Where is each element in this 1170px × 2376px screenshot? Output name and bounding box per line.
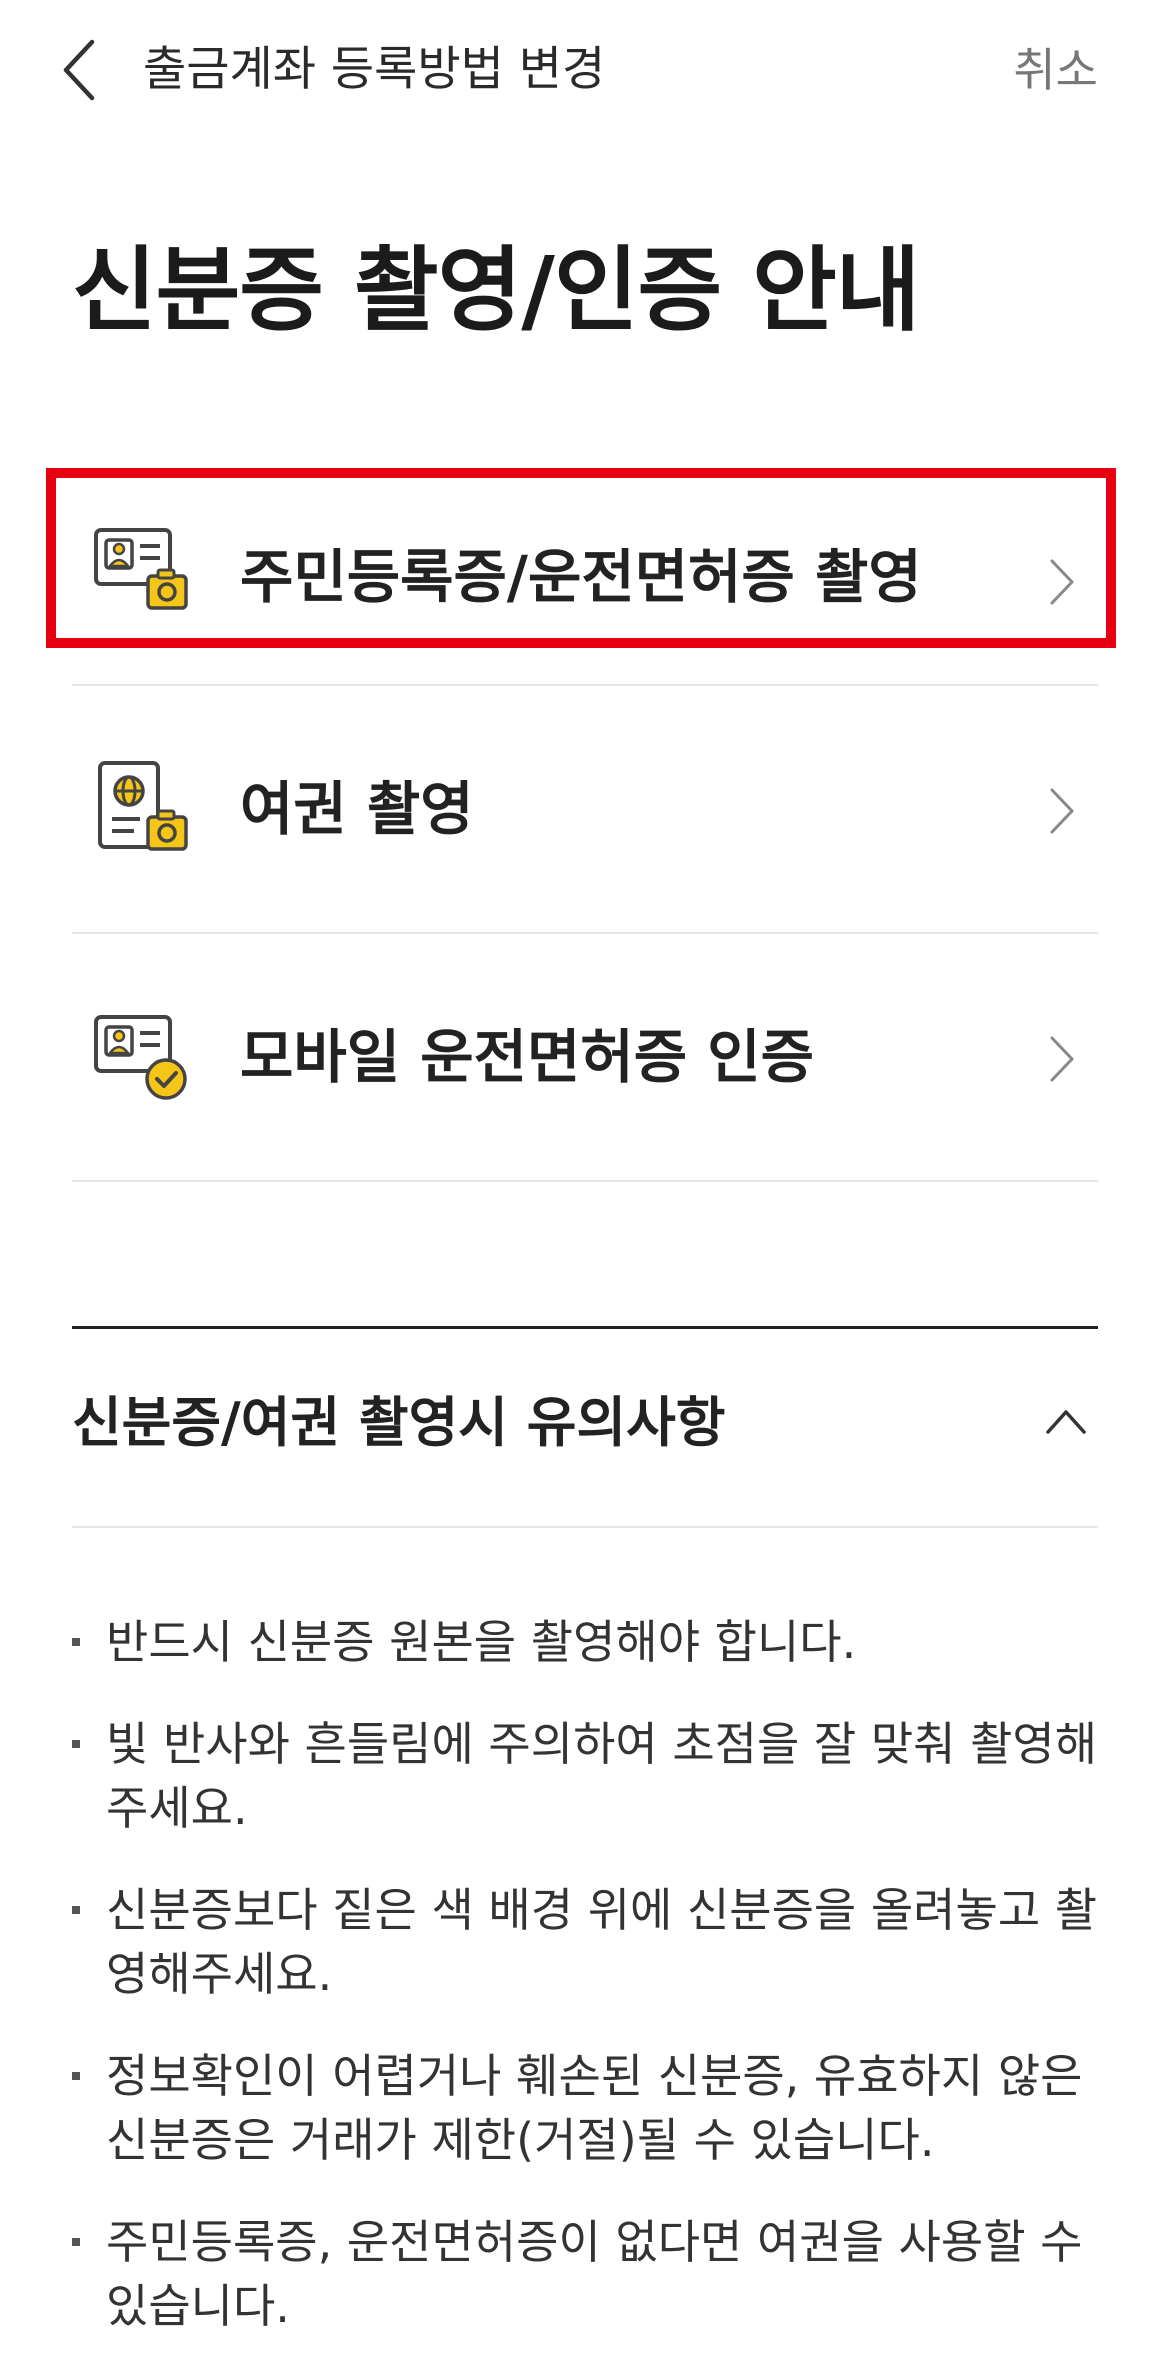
cancel-button[interactable]: 취소 (1013, 40, 1098, 100)
chevron-right-icon (1050, 1036, 1074, 1082)
id-method-list: 주민등록증/운전면허증 촬영 여권 촬영 모바일 운전면허증 인증 (72, 460, 1098, 1182)
option-mobile-license-auth[interactable]: 모바일 운전면허증 인증 (72, 934, 1098, 1182)
chevron-right-icon (1050, 559, 1074, 605)
id-card-camera-icon (94, 528, 188, 610)
chevron-up-icon (1046, 1410, 1086, 1434)
notice-list: 반드시 신분증 원본을 촬영해야 합니다. 빛 반사와 흔들림에 주의하여 초점… (72, 1610, 1098, 2376)
notice-item: 주민등록증, 운전면허증이 없다면 여권을 사용할 수 있습니다. (72, 2210, 1098, 2338)
notice-text: 주민등록증, 운전면허증이 없다면 여권을 사용할 수 있습니다. (106, 2215, 1083, 2333)
back-button[interactable] (62, 30, 122, 110)
bullet (72, 2072, 80, 2080)
chevron-right-icon (1050, 788, 1074, 834)
top-bar: 출금계좌 등록방법 변경 취소 (0, 0, 1170, 140)
notice-item: 반드시 신분증 원본을 촬영해야 합니다. (72, 1610, 1098, 1674)
notice-item: 신분증보다 짙은 색 배경 위에 신분증을 올려놓고 촬영해주세요. (72, 1878, 1098, 2006)
bullet (72, 2238, 80, 2246)
bullet (72, 1906, 80, 1914)
passport-camera-icon (98, 761, 188, 851)
notice-text: 신분증보다 짙은 색 배경 위에 신분증을 올려놓고 촬영해주세요. (106, 1883, 1098, 2001)
page-title: 신분증 촬영/인증 안내 (72, 237, 920, 344)
option-passport-photo[interactable]: 여권 촬영 (72, 686, 1098, 934)
notice-text: 정보확인이 어렵거나 훼손된 신분증, 유효하지 않은 신분증은 거래가 제한(… (106, 2049, 1083, 2167)
chevron-left-icon (63, 39, 95, 101)
header-title: 출금계좌 등록방법 변경 (143, 42, 606, 97)
option-label: 여권 촬영 (240, 775, 474, 843)
section-divider (72, 1326, 1098, 1329)
option-id-card-photo[interactable]: 주민등록증/운전면허증 촬영 (72, 460, 1098, 686)
bullet (72, 1740, 80, 1748)
notice-item: 빛 반사와 흔들림에 주의하여 초점을 잘 맞춰 촬영해주세요. (72, 1712, 1098, 1840)
notice-text: 반드시 신분증 원본을 촬영해야 합니다. (106, 1615, 857, 1669)
notice-title: 신분증/여권 촬영시 유의사항 (72, 1391, 726, 1454)
notice-accordion-header[interactable]: 신분증/여권 촬영시 유의사항 (72, 1330, 1098, 1528)
id-card-check-icon (94, 1015, 187, 1100)
notice-item: 정보확인이 어렵거나 훼손된 신분증, 유효하지 않은 신분증은 거래가 제한(… (72, 2044, 1098, 2172)
bullet (72, 1638, 80, 1646)
option-label: 모바일 운전면허증 인증 (240, 1023, 814, 1091)
notice-text: 빛 반사와 흔들림에 주의하여 초점을 잘 맞춰 촬영해주세요. (106, 1717, 1098, 1835)
option-label: 주민등록증/운전면허증 촬영 (240, 543, 922, 611)
